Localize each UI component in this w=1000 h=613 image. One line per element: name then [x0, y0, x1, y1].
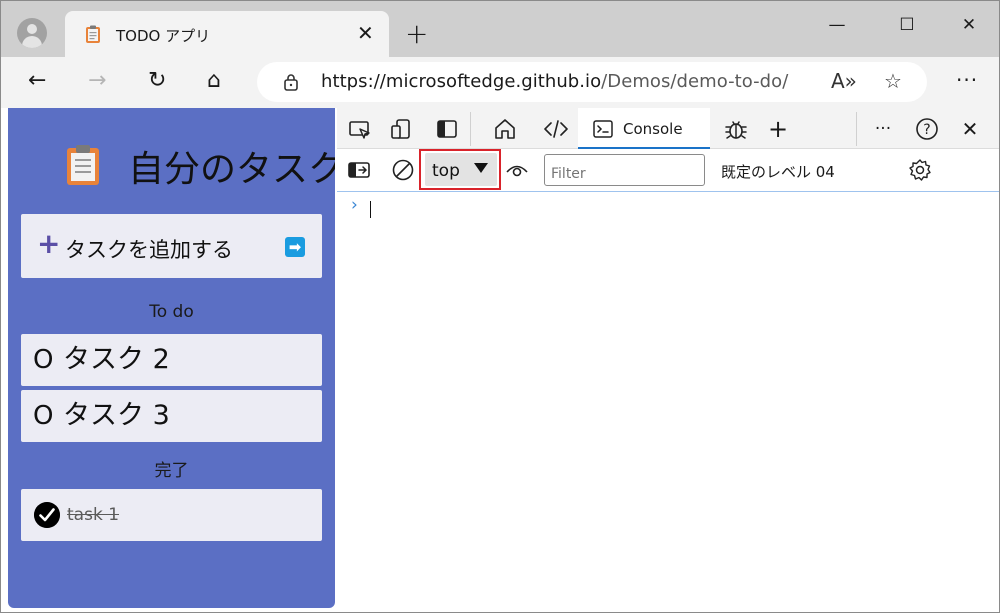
- close-window-button[interactable]: ✕: [946, 13, 992, 37]
- app-title: 自分のタスク: [128, 149, 335, 190]
- close-devtools-icon[interactable]: ✕: [957, 116, 983, 142]
- plus-icon: +: [37, 227, 61, 260]
- highlight-annotation: [419, 149, 501, 190]
- maximize-button[interactable]: ☐: [884, 13, 930, 37]
- profile-head: [27, 24, 37, 34]
- tab-title: TODO アプリ: [116, 27, 211, 45]
- add-task-label: タスクを追加する: [65, 238, 233, 262]
- inspect-element-icon[interactable]: [347, 116, 373, 142]
- home-icon[interactable]: ⌂: [207, 69, 221, 93]
- todo-app-panel: 自分のタスク + タスクを追加する ➡ To do O タスク 2 O タスク …: [8, 108, 335, 608]
- toolbar-divider: [856, 112, 857, 146]
- browser-menu-icon[interactable]: ···: [956, 68, 978, 92]
- console-icon: [593, 120, 613, 138]
- console-prompt-chevron-icon: ›: [351, 195, 358, 215]
- home-icon[interactable]: [492, 116, 518, 142]
- navigation-bar: ← → ↻ ⌂ https://microsoftedge.github.io/…: [1, 57, 999, 108]
- console-output-area[interactable]: ›: [337, 193, 999, 612]
- clipboard-icon: [67, 145, 99, 185]
- elements-code-icon[interactable]: [543, 116, 569, 142]
- toolbar-divider: [470, 112, 471, 146]
- browser-window: TODO アプリ ✕ + — ☐ ✕ ← → ↻ ⌂ https://micro…: [0, 0, 1000, 613]
- dock-sidebar-icon[interactable]: [434, 116, 460, 142]
- new-tab-button[interactable]: +: [405, 20, 428, 48]
- todo-heading: To do: [149, 302, 194, 322]
- done-heading: 完了: [154, 461, 189, 481]
- url-host: https://microsoftedge.github.io: [321, 71, 602, 92]
- more-tools-icon[interactable]: ···: [870, 116, 896, 142]
- clear-console-icon[interactable]: [390, 157, 416, 183]
- back-icon[interactable]: ←: [28, 69, 46, 93]
- help-glyph: ?: [923, 122, 930, 138]
- live-expression-eye-icon[interactable]: [504, 157, 530, 183]
- address-bar[interactable]: https://microsoftedge.github.io/Demos/de…: [257, 62, 927, 102]
- tab-close-icon[interactable]: ✕: [357, 21, 374, 45]
- task-text: タスク 3: [63, 400, 170, 431]
- minimize-button[interactable]: —: [814, 13, 860, 37]
- forward-icon[interactable]: →: [88, 69, 106, 93]
- url-path: /Demos/demo-to-do/: [601, 71, 789, 92]
- profile-shoulders: [22, 36, 42, 48]
- task-text: タスク 2: [63, 344, 170, 375]
- browser-tab[interactable]: TODO アプリ ✕: [65, 11, 389, 57]
- bug-icon[interactable]: [723, 116, 749, 142]
- refresh-icon[interactable]: ↻: [148, 69, 166, 93]
- task-status-mark[interactable]: O: [33, 344, 53, 376]
- log-levels-dropdown[interactable]: 既定のレベル 04: [721, 161, 835, 182]
- clipboard-icon: [86, 25, 100, 43]
- tab-console[interactable]: Console: [578, 108, 710, 150]
- lock-icon[interactable]: [283, 73, 299, 91]
- console-settings-gear-icon[interactable]: [907, 157, 933, 183]
- task-status-mark[interactable]: O: [33, 400, 53, 432]
- done-item[interactable]: task 1: [21, 489, 322, 541]
- title-bar: TODO アプリ ✕ + — ☐ ✕: [1, 1, 999, 57]
- url-text[interactable]: https://microsoftedge.github.io/Demos/de…: [321, 71, 788, 92]
- todo-item[interactable]: O タスク 2: [21, 334, 322, 386]
- show-sidebar-icon[interactable]: [346, 157, 372, 183]
- console-filter-input[interactable]: [544, 154, 705, 186]
- read-aloud-icon[interactable]: A»: [831, 69, 857, 93]
- add-tab-button[interactable]: +: [765, 116, 791, 142]
- profile-avatar-icon[interactable]: [17, 18, 47, 48]
- submit-arrow-icon[interactable]: ➡: [285, 237, 305, 257]
- device-emulation-icon[interactable]: [389, 116, 415, 142]
- devtools-main-toolbar: Console + ··· ? ✕: [337, 108, 999, 150]
- devtools-panel: Console + ··· ? ✕ top Filter 既定のレベル 04 ›: [337, 108, 999, 612]
- task-text: task 1: [67, 505, 120, 525]
- checkmark-icon[interactable]: [34, 502, 60, 528]
- console-toolbar: top 既定のレベル 04: [337, 149, 999, 192]
- text-caret: [370, 201, 371, 218]
- add-task-button[interactable]: + タスクを追加する ➡: [21, 214, 322, 278]
- help-icon[interactable]: ?: [914, 116, 940, 142]
- favorite-star-icon[interactable]: ☆: [884, 69, 902, 93]
- todo-item[interactable]: O タスク 3: [21, 390, 322, 442]
- console-tab-label: Console: [623, 120, 683, 138]
